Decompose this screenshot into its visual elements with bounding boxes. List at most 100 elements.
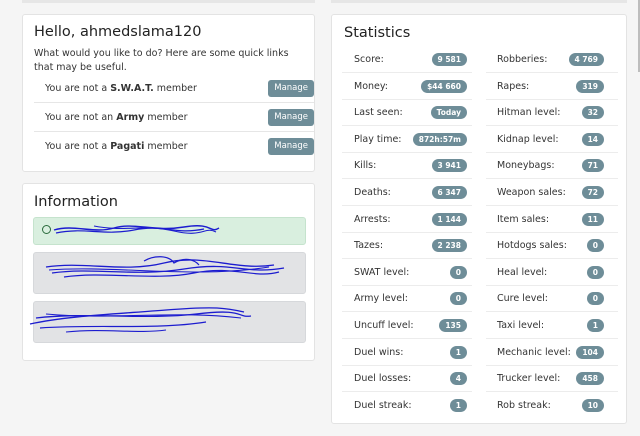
membership-row-pagati: You are not a Pagati member Manage — [34, 132, 314, 161]
stat-row: Item sales: 11 — [486, 207, 618, 233]
statistics-title: Statistics — [344, 25, 411, 41]
stat-label: Item sales: — [497, 213, 550, 225]
membership-row-army: You are not an Army member Manage — [34, 103, 314, 132]
stat-label: Taxi level: — [497, 320, 545, 331]
stat-row: Kills: 3 941 — [342, 153, 472, 180]
stat-row: Deaths: 6 347 — [342, 180, 472, 206]
stat-label: SWAT level: — [354, 266, 410, 278]
stat-value-badge: 14 — [581, 132, 604, 146]
stat-row: Uncuff level: 135 — [342, 313, 472, 339]
stat-value-badge: 0 — [449, 292, 467, 306]
redaction-scribble — [45, 256, 285, 278]
previous-card-edge — [331, 0, 627, 3]
stat-value-badge: 72 — [581, 186, 604, 199]
stat-value-badge: 3 941 — [431, 159, 467, 173]
stat-label: Play time: — [354, 133, 402, 145]
info-alert-success — [33, 217, 306, 245]
stat-value-badge: 1 — [449, 345, 467, 359]
membership-group: Army — [116, 111, 145, 123]
membership-prefix: You are not a — [45, 141, 111, 152]
membership-suffix: member — [144, 111, 188, 123]
membership-row-swat: You are not a S.W.A.T. member Manage — [34, 74, 314, 103]
stat-value-badge: 71 — [581, 159, 604, 173]
stat-label: Kidnap level: — [497, 133, 559, 145]
stat-value-badge: 4 769 — [568, 53, 604, 66]
stat-value-badge: 1 — [449, 399, 467, 413]
stat-label: Army level: — [354, 293, 408, 305]
stat-label: Mechanic level: — [497, 346, 571, 358]
stat-row: Hotdogs sales: 0 — [486, 233, 618, 260]
stat-label: Deaths: — [354, 187, 391, 198]
membership-text: You are not a Pagati member — [34, 141, 268, 152]
stat-value-badge: 0 — [449, 265, 467, 279]
stat-row: Heal level: 0 — [486, 260, 618, 286]
stat-label: Tazes: — [354, 240, 384, 252]
membership-prefix: You are not an — [45, 111, 117, 123]
stat-label: Duel wins: — [354, 346, 404, 358]
stat-row: Duel losses: 4 — [342, 366, 472, 393]
stat-label: Rapes: — [497, 80, 530, 92]
stat-row: Mechanic level: 104 — [486, 340, 618, 366]
membership-text: You are not an Army member — [34, 112, 268, 123]
stat-label: Hotdogs sales: — [497, 240, 567, 252]
stat-row: Weapon sales: 72 — [486, 180, 618, 206]
stat-value-badge: 4 — [449, 372, 467, 386]
stat-row: Duel wins: 1 — [342, 340, 472, 366]
stat-value-badge: 0 — [586, 239, 604, 253]
stat-label: Trucker level: — [497, 373, 561, 385]
information-title: Information — [34, 194, 118, 210]
stat-label: Uncuff level: — [354, 320, 414, 331]
welcome-intro: What would you like to do? Here are some… — [34, 48, 289, 73]
stat-label: Score: — [354, 54, 384, 65]
membership-suffix: member — [144, 141, 188, 152]
stat-value-badge: $44 660 — [421, 79, 467, 93]
stat-row: Last seen: Today — [342, 100, 472, 127]
statistics-card: Statistics Score: 9 581 Money: $44 660 Last … — [331, 14, 627, 424]
stat-row: Money: $44 660 — [342, 74, 472, 100]
stat-label: Robberies: — [497, 54, 548, 65]
stat-label: Kills: — [354, 160, 377, 172]
stat-label: Cure level: — [497, 293, 549, 305]
welcome-title: Hello, ahmedslama120 — [34, 24, 202, 40]
stat-row: Rob streak: 10 — [486, 393, 618, 419]
redaction-scribble — [29, 307, 252, 333]
redaction-scribble — [53, 225, 220, 234]
stat-label: Hitman level: — [497, 107, 561, 119]
stat-row: SWAT level: 0 — [342, 260, 472, 286]
membership-group: S.W.A.T. — [110, 82, 154, 94]
membership-suffix: member — [153, 82, 197, 94]
stat-row: Tazes: 2 238 — [342, 233, 472, 260]
stat-row: Army level: 0 — [342, 286, 472, 313]
stat-row: Rapes: 319 — [486, 74, 618, 100]
stat-value-badge: 9 581 — [431, 53, 467, 66]
membership-group: Pagati — [110, 141, 145, 152]
stat-value-badge: 10 — [581, 399, 604, 413]
stat-value-badge: 319 — [576, 79, 604, 93]
stat-value-badge: 104 — [576, 345, 604, 359]
manage-pagati-button[interactable]: Manage — [268, 138, 314, 155]
stat-label: Arrests: — [354, 213, 391, 225]
stat-value-badge: 11 — [581, 212, 604, 226]
stat-row: Trucker level: 458 — [486, 366, 618, 393]
membership-prefix: You are not a — [45, 82, 111, 94]
stat-label: Duel streak: — [354, 400, 412, 412]
membership-text: You are not a S.W.A.T. member — [34, 83, 268, 94]
stat-value-badge: 6 347 — [431, 186, 467, 199]
stat-row: Play time: 872h:57m — [342, 127, 472, 153]
stat-label: Heal level: — [497, 266, 548, 278]
stat-value-badge: Today — [430, 106, 467, 120]
info-alert-neutral — [29, 301, 306, 343]
information-card: Information — [22, 183, 315, 361]
info-alert-neutral — [33, 252, 306, 294]
manage-army-button[interactable]: Manage — [268, 108, 314, 126]
manage-swat-button[interactable]: Manage — [268, 79, 314, 97]
stat-value-badge: 872h:57m — [412, 132, 467, 146]
stat-row: Score: 9 581 — [342, 47, 472, 73]
stat-label: Duel losses: — [354, 373, 412, 385]
stat-value-badge: 0 — [586, 292, 604, 306]
stat-row: Cure level: 0 — [486, 286, 618, 313]
stat-value-badge: 1 144 — [431, 212, 467, 226]
previous-card-edge — [22, 0, 315, 3]
stat-row: Moneybags: 71 — [486, 153, 618, 180]
stat-row: Robberies: 4 769 — [486, 47, 618, 73]
